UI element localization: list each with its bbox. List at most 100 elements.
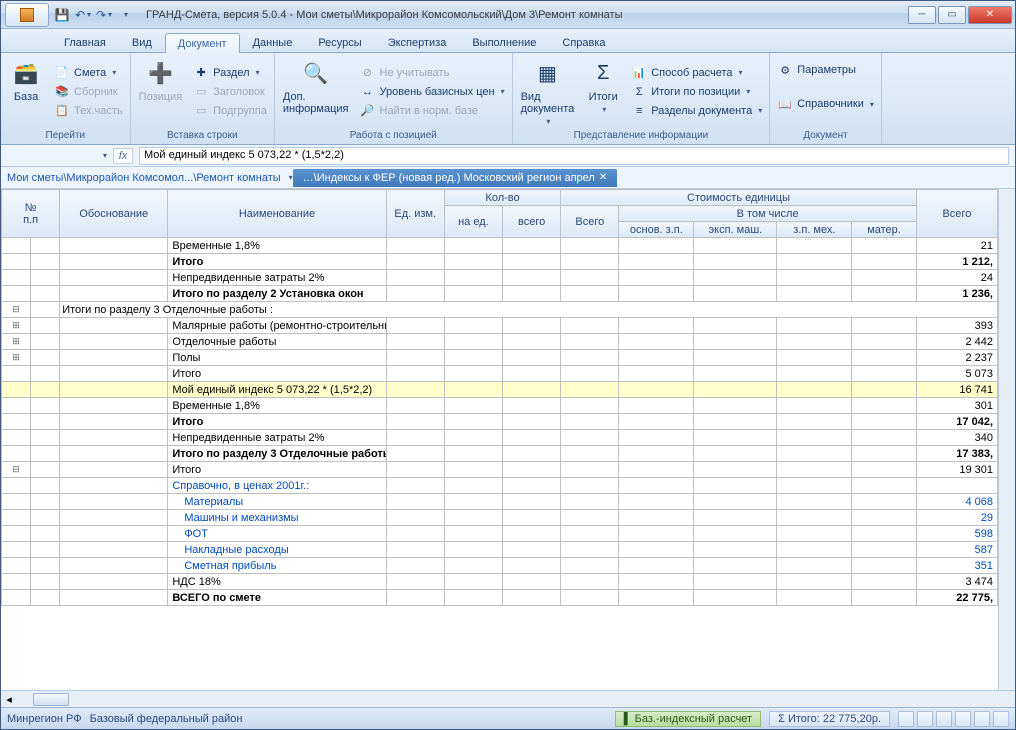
table-row[interactable]: ⊞Отделочные работы2 442 [2,334,998,350]
table-row[interactable]: Временные 1,8%301 [2,398,998,414]
col-vtom[interactable]: В том числе [619,206,916,222]
redo-icon[interactable]: ↷▾ [95,6,113,24]
table-row[interactable]: Сметная прибыль351 [2,558,998,574]
app-window: 💾 ↶▾ ↷▾ ▾ ГРАНД-Смета, версия 5.0.4 - Мо… [0,0,1016,730]
sposob-button[interactable]: 📊Способ расчета▾ [627,64,766,82]
table-row[interactable]: Непредвиденные затраты 2%340 [2,430,998,446]
position-button[interactable]: ➕ Позиция [134,55,188,128]
col-zm[interactable]: з.п. мех. [777,222,852,238]
menu-tab-0[interactable]: Главная [51,32,119,52]
col-cost[interactable]: Стоимость единицы [561,190,917,206]
ignore-button[interactable]: ⊘Не учитывать [356,64,509,82]
calc-icon: 📊 [631,65,647,81]
menu-tab-1[interactable]: Вид [119,32,165,52]
data-grid[interactable]: № п.п Обоснование Наименование Ед. изм. … [1,189,998,690]
calc-mode-pill[interactable]: ▌ Баз.-индексный расчет [615,711,761,727]
col-qt[interactable]: всего [503,206,561,238]
table-row[interactable]: Итого по разделу 3 Отделочные работы17 3… [2,446,998,462]
status-icon-5[interactable] [974,711,990,727]
col-unit[interactable]: Ед. изм. [386,190,444,238]
find-button[interactable]: 🔎Найти в норм. базе [356,102,509,120]
col-name[interactable]: Наименование [168,190,386,238]
params-button[interactable]: ⚙Параметры [773,61,878,79]
table-row[interactable]: НДС 18%3 474 [2,574,998,590]
app-menu-button[interactable] [5,3,49,27]
grid-icon: ▦ [531,57,563,89]
table-row[interactable]: Итого17 042, [2,414,998,430]
status-region2[interactable]: Базовый федеральный район [90,713,243,725]
close-tab-icon[interactable]: ✕ [599,172,607,183]
breadcrumb[interactable]: Мои сметы\Микрорайон Комсомол...\Ремонт … [1,172,287,184]
col-ozp[interactable]: основ. з.п. [619,222,694,238]
menu-tab-4[interactable]: Ресурсы [305,32,374,52]
table-row[interactable]: Материалы4 068 [2,494,998,510]
table-row[interactable]: Итого по разделу 2 Установка окон1 236, [2,286,998,302]
horizontal-scrollbar[interactable]: ◂ [1,690,1015,707]
level-button[interactable]: ↔Уровень базисных цен▾ [356,83,509,101]
status-region1[interactable]: Минрегион РФ [7,713,82,725]
viddoc-button[interactable]: ▦ Вид документа▾ [516,55,580,128]
smeta-button[interactable]: 📄Смета▾ [50,64,127,82]
table-row[interactable]: ⊞Полы2 237 [2,350,998,366]
base-label: База [14,91,38,103]
itogi-button[interactable]: Σ Итоги▾ [581,55,625,128]
status-icon-4[interactable] [955,711,971,727]
table-row[interactable]: Справочно, в ценах 2001г.: [2,478,998,494]
doc-icon: 📄 [54,65,70,81]
save-icon[interactable]: 💾 [53,6,71,24]
formula-history-dropdown[interactable]: ▾ [103,151,107,160]
undo-icon[interactable]: ↶▾ [74,6,92,24]
sprav-button[interactable]: 📖Справочники▾ [773,95,878,113]
menu-tab-6[interactable]: Выполнение [459,32,549,52]
menu-tab-7[interactable]: Справка [549,32,618,52]
close-button[interactable]: ✕ [968,6,1012,24]
header-button[interactable]: ▭Заголовок [189,83,271,101]
col-total[interactable]: Всего [916,190,997,238]
menu-tab-3[interactable]: Данные [240,32,306,52]
base-button[interactable]: 🗃️ База [4,55,48,128]
active-doc-tab[interactable]: …\Индексы к ФЕР (новая ред.) Московский … [293,169,618,187]
status-icon-6[interactable] [993,711,1009,727]
table-row[interactable]: ⊟Итого19 301 [2,462,998,478]
sum-icon: Σ [631,84,647,100]
col-em[interactable]: эксп. маш. [694,222,777,238]
dopinfo-button[interactable]: 🔍 Доп. информация [278,55,354,128]
table-row[interactable]: ⊟Итоги по разделу 3 Отделочные работы : [2,302,998,318]
table-row[interactable]: ФОТ598 [2,526,998,542]
col-mat[interactable]: матер. [852,222,917,238]
maximize-button[interactable]: ▭ [938,6,966,24]
menu-tab-5[interactable]: Экспертиза [375,32,460,52]
table-row[interactable]: Мой единый индекс 5 073,22 * (1,5*2,2)16… [2,382,998,398]
status-icon-3[interactable] [936,711,952,727]
table-row[interactable]: Накладные расходы587 [2,542,998,558]
col-num[interactable]: № п.п [2,190,60,238]
table-row[interactable]: ⊞Малярные работы (ремонтно-строительные)… [2,318,998,334]
minimize-button[interactable]: ─ [908,6,936,24]
status-icon-1[interactable] [898,711,914,727]
table-row[interactable]: Итого1 212, [2,254,998,270]
col-qe[interactable]: на ед. [444,206,502,238]
ipoz-button[interactable]: ΣИтоги по позиции▾ [627,83,766,101]
table-row[interactable]: Временные 1,8%21 [2,238,998,254]
table-row[interactable]: ВСЕГО по смете22 775, [2,590,998,606]
col-all[interactable]: Всего [561,206,619,238]
vertical-scrollbar[interactable] [998,189,1015,690]
plus-icon: ✚ [193,65,209,81]
subgroup-button[interactable]: ▭Подгруппа [189,102,271,120]
razdel-button[interactable]: ✚Раздел▾ [189,64,271,82]
fx-icon[interactable]: fx [113,148,133,164]
razd-button[interactable]: ≡Разделы документа▾ [627,102,766,120]
menu-tab-2[interactable]: Документ [165,33,240,53]
qat-dropdown-icon[interactable]: ▾ [116,6,134,24]
table-row[interactable]: Непредвиденные затраты 2%24 [2,270,998,286]
table-row[interactable]: Машины и механизмы29 [2,510,998,526]
col-just[interactable]: Обоснование [60,190,168,238]
status-icon-2[interactable] [917,711,933,727]
status-total[interactable]: Σ Итого: 22 775,20р. [769,711,890,727]
sbornik-button[interactable]: 📚Сборник [50,83,127,101]
table-row[interactable]: Итого5 073 [2,366,998,382]
col-qty[interactable]: Кол-во [444,190,560,206]
formula-input[interactable]: Мой единый индекс 5 073,22 * (1,5*2,2) [139,147,1009,165]
position-label: Позиция [139,91,183,103]
tech-button[interactable]: 📋Тех.часть [50,102,127,120]
